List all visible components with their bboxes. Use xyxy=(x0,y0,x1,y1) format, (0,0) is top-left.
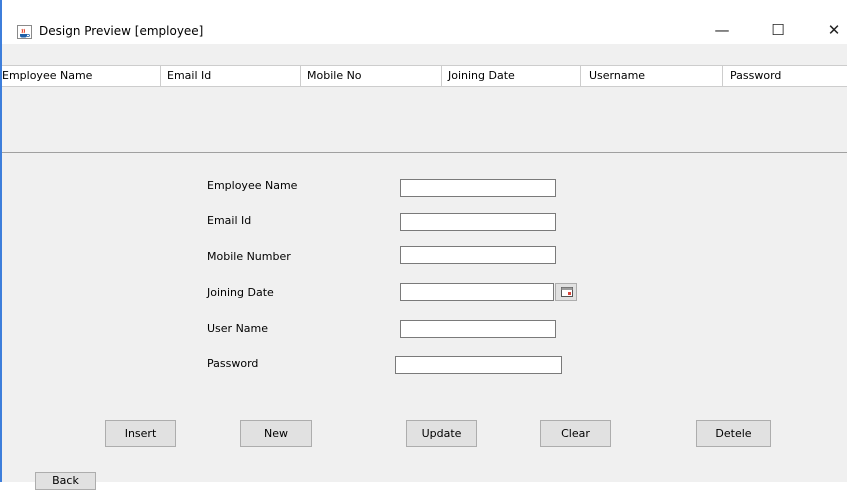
column-divider[interactable] xyxy=(300,66,301,86)
user-name-input[interactable] xyxy=(400,320,556,338)
column-header-employee-name[interactable]: Employee Name xyxy=(2,66,92,86)
column-divider[interactable] xyxy=(160,66,161,86)
delete-button[interactable]: Detele xyxy=(696,420,771,447)
column-header-password[interactable]: Password xyxy=(730,66,781,86)
column-header-username[interactable]: Username xyxy=(589,66,645,86)
user-name-label: User Name xyxy=(207,322,269,335)
mobile-number-label: Mobile Number xyxy=(207,250,291,263)
insert-button[interactable]: Insert xyxy=(105,420,176,447)
table-bottom-divider xyxy=(2,152,847,153)
close-button[interactable]: ✕ xyxy=(812,17,847,44)
employee-name-input[interactable] xyxy=(400,179,556,197)
calendar-icon xyxy=(561,287,573,297)
table-header: Employee Name Email Id Mobile No Joining… xyxy=(2,65,847,87)
column-header-email-id[interactable]: Email Id xyxy=(167,66,211,86)
column-divider[interactable] xyxy=(441,66,442,86)
email-id-input[interactable] xyxy=(400,213,556,231)
password-label: Password xyxy=(207,357,259,370)
mobile-number-input[interactable] xyxy=(400,246,556,264)
title-bar[interactable]: Design Preview [employee] — ☐ ✕ xyxy=(2,0,847,44)
calendar-button[interactable] xyxy=(555,283,577,301)
employee-name-label: Employee Name xyxy=(207,179,298,192)
main-panel: Employee Name Email Id Mobile No Joining… xyxy=(2,44,847,490)
update-button[interactable]: Update xyxy=(406,420,477,447)
joining-date-label: Joining Date xyxy=(207,286,274,299)
back-button[interactable]: Back xyxy=(35,472,96,490)
column-header-mobile-no[interactable]: Mobile No xyxy=(307,66,362,86)
window-title: Design Preview [employee] xyxy=(39,24,204,38)
maximize-button[interactable]: ☐ xyxy=(756,17,800,44)
column-divider[interactable] xyxy=(722,66,723,86)
column-divider[interactable] xyxy=(580,66,581,86)
column-header-joining-date[interactable]: Joining Date xyxy=(448,66,515,86)
password-input[interactable] xyxy=(395,356,562,374)
clear-button[interactable]: Clear xyxy=(540,420,611,447)
email-id-label: Email Id xyxy=(207,214,252,227)
minimize-button[interactable]: — xyxy=(700,17,744,44)
joining-date-input[interactable] xyxy=(400,283,554,301)
new-button[interactable]: New xyxy=(240,420,312,447)
java-cup-icon xyxy=(17,25,32,39)
